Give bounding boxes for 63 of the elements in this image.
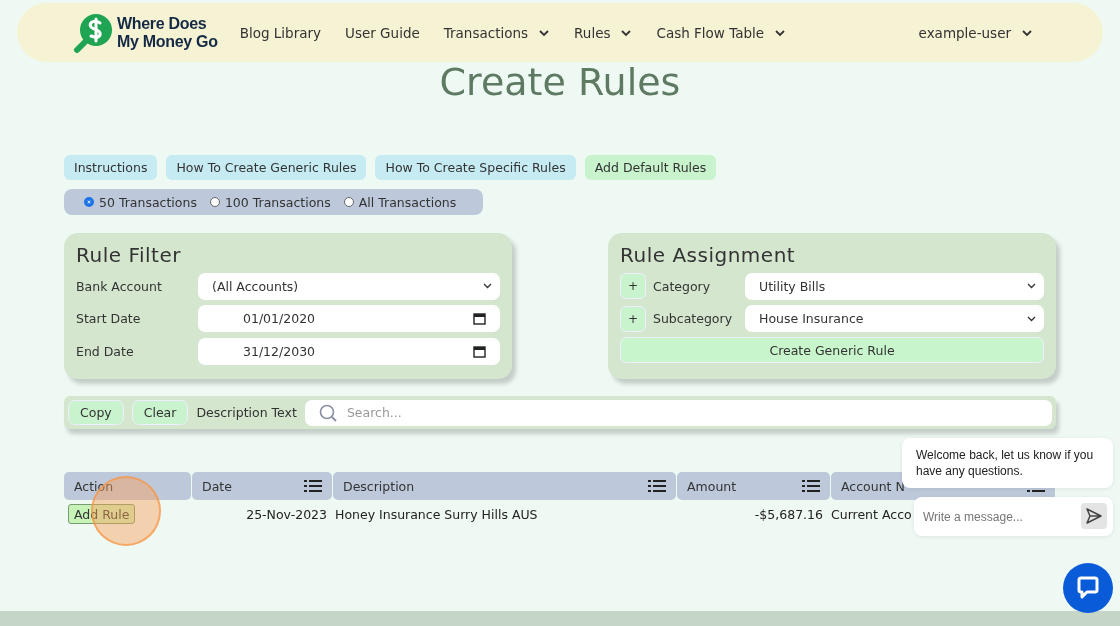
chevron-down-icon <box>1027 314 1036 323</box>
date-field[interactable]: 31/12/2030 <box>198 337 500 365</box>
select-field[interactable]: House Insurance <box>745 305 1044 333</box>
send-icon <box>1085 507 1103 525</box>
chevron-down-icon <box>774 27 787 38</box>
help-button[interactable]: How To Create Specific Rules <box>375 155 576 180</box>
create-rule-button[interactable]: Create Generic Rule <box>620 337 1044 363</box>
select-field[interactable]: Utility Bills <box>745 272 1044 300</box>
chevron-down-icon <box>1027 282 1036 291</box>
page-title: Create Rules <box>438 62 682 104</box>
chevron-down-icon <box>1021 27 1033 38</box>
nav-link[interactable]: Blog Library <box>239 24 322 41</box>
toolbar-button[interactable]: Clear <box>131 400 189 425</box>
help-button[interactable]: Instructions <box>64 155 158 180</box>
message-field[interactable]: Write a message... <box>914 497 1113 536</box>
table-cell-text: -$5,687.16 <box>753 506 824 522</box>
field-label: Bank Account <box>76 278 163 294</box>
logo-icon <box>72 11 114 54</box>
nav-link[interactable]: Transactions <box>443 24 551 41</box>
table-cell-text: Honey Insurance Surry Hills AUS <box>334 506 539 522</box>
add-button[interactable]: + <box>620 305 646 332</box>
radio-button[interactable] <box>343 197 354 207</box>
chat-bubble-icon <box>1075 575 1101 601</box>
column-header[interactable]: Date <box>192 472 332 500</box>
nav-link[interactable]: User Guide <box>345 24 420 41</box>
list-icon <box>648 479 666 493</box>
table-cell-text: Current Acco <box>830 506 913 522</box>
nav-link[interactable]: Cash Flow Table <box>656 24 787 41</box>
chevron-down-icon <box>483 282 492 291</box>
chat-button[interactable] <box>1063 563 1113 613</box>
field-label: End Date <box>76 343 135 359</box>
radio-label[interactable]: 100 Transactions <box>224 194 331 210</box>
logo-text[interactable]: Where Does My Money Go <box>117 14 218 51</box>
field-label: Start Date <box>76 311 142 327</box>
nav-link[interactable]: Rules <box>574 24 633 41</box>
list-icon <box>304 479 322 493</box>
column-header[interactable]: Description <box>333 472 676 500</box>
radio-label[interactable]: 50 Transactions <box>99 194 197 210</box>
chevron-down-icon <box>538 27 551 38</box>
field-label: Subcategory <box>653 311 734 327</box>
radio-button[interactable] <box>209 197 220 207</box>
add-button[interactable]: + <box>620 273 646 300</box>
toolbar-button[interactable]: Copy <box>68 400 124 425</box>
radio-label[interactable]: All Transactions <box>358 194 457 210</box>
calendar-icon <box>473 344 486 358</box>
panel-title: Rule Assignment <box>620 243 797 267</box>
send-button[interactable] <box>1081 503 1107 529</box>
calendar-icon <box>473 312 486 326</box>
date-field[interactable]: 01/01/2020 <box>198 305 500 333</box>
select-field[interactable]: (All Accounts) <box>198 272 500 300</box>
chevron-down-icon <box>620 27 633 38</box>
field-label: Description Text <box>196 405 297 420</box>
help-button[interactable]: How To Create Generic Rules <box>166 155 367 180</box>
list-icon <box>802 479 820 493</box>
nav-link[interactable]: example-user <box>918 24 1033 41</box>
search-field[interactable]: Search... <box>304 399 1052 426</box>
column-header[interactable]: Amount <box>677 472 830 500</box>
field-label: Category <box>653 278 712 294</box>
help-button[interactable]: Add Default Rules <box>584 155 717 180</box>
table-cell-text: 25-Nov-2023 <box>245 506 328 522</box>
panel-title: Rule Filter <box>76 243 182 267</box>
add-rule-button[interactable]: Add Rule <box>68 504 136 524</box>
radio-button[interactable] <box>84 197 94 207</box>
